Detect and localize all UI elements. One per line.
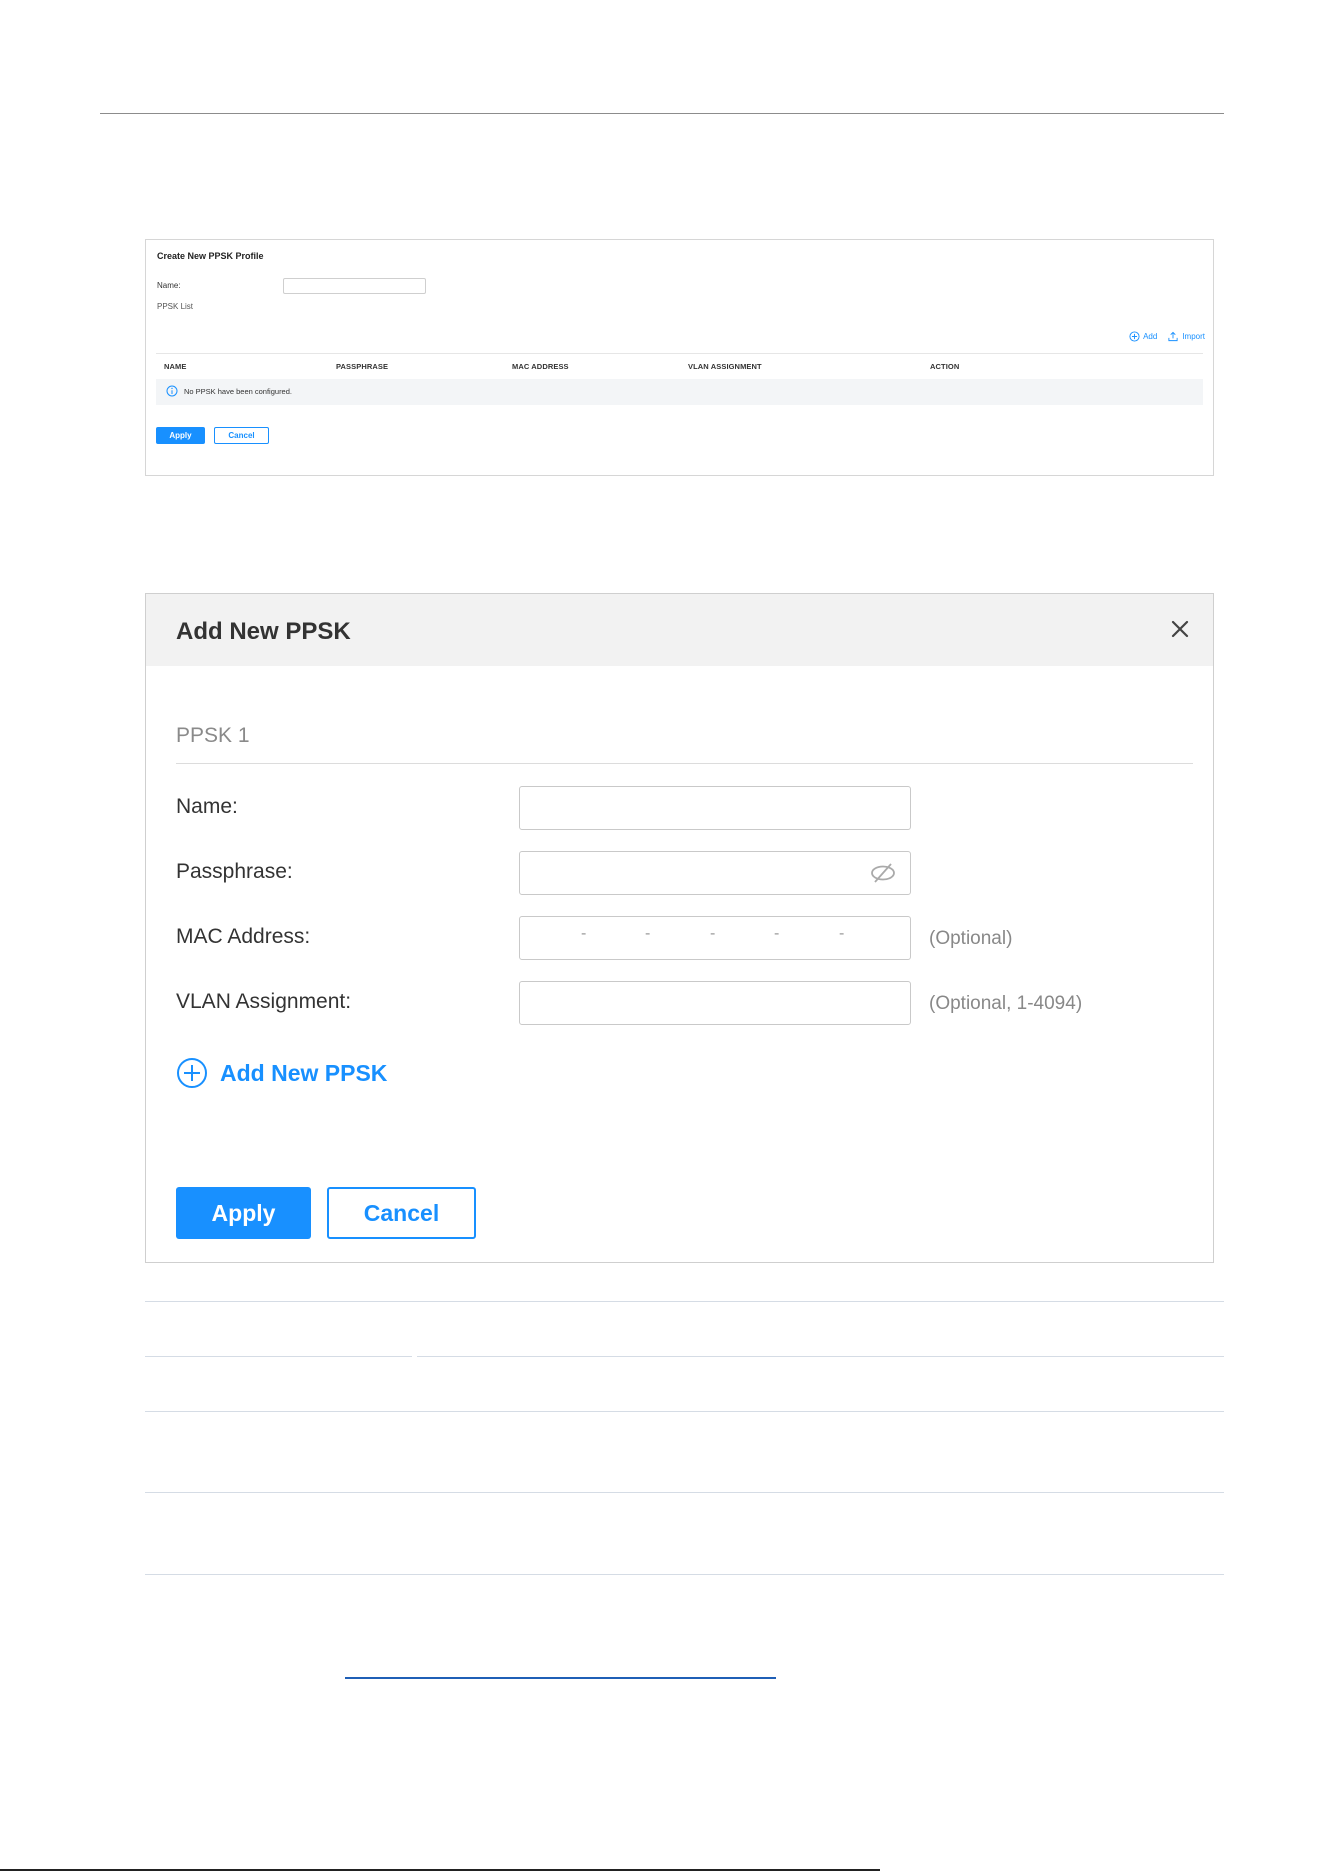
section-divider: [176, 763, 1193, 764]
ppsk-table-header: NAME PASSPHRASE MAC ADDRESS VLAN ASSIGNM…: [156, 353, 1203, 379]
mac-address-label: MAC Address:: [176, 925, 311, 948]
column-header-passphrase: PASSPHRASE: [336, 362, 389, 371]
column-header-name: NAME: [164, 362, 187, 371]
dialog-header: Add New PPSK: [146, 594, 1213, 666]
column-header-mac-address: MAC ADDRESS: [512, 362, 569, 371]
table-rule: [417, 1356, 1224, 1357]
apply-button[interactable]: Apply: [176, 1187, 311, 1239]
mac-optional-hint: (Optional): [929, 928, 1013, 949]
passphrase-input[interactable]: [519, 851, 911, 895]
eye-hidden-icon[interactable]: [868, 862, 898, 884]
table-rule: [145, 1411, 1224, 1412]
mac-address-input[interactable]: - - - - -: [519, 916, 911, 960]
passphrase-label: Passphrase:: [176, 860, 293, 883]
add-tool-label: Add: [1143, 332, 1158, 341]
page-top-rule: [100, 113, 1224, 114]
table-rule: [145, 1574, 1224, 1575]
table-rule: [145, 1356, 412, 1357]
mac-separator: -: [774, 925, 780, 942]
vlan-assignment-input[interactable]: [519, 981, 911, 1025]
add-ppsk-tool[interactable]: Add: [1129, 331, 1157, 342]
mac-separator: -: [581, 925, 587, 942]
name-label: Name:: [176, 795, 238, 818]
profile-name-input[interactable]: [283, 278, 426, 294]
empty-table-message: No PPSK have been configured.: [184, 387, 292, 396]
ppsk-list-label: PPSK List: [157, 302, 194, 311]
ppsk-section-title: PPSK 1: [176, 724, 250, 747]
table-rule: [145, 1492, 1224, 1493]
column-header-vlan-assignment: VLAN ASSIGNMENT: [688, 362, 762, 371]
profile-title: Create New PPSK Profile: [157, 251, 264, 261]
footer-rule: [0, 1869, 880, 1871]
import-tool-label: Import: [1182, 332, 1205, 341]
column-header-action: ACTION: [930, 362, 960, 371]
mac-separator: -: [710, 925, 716, 942]
mac-separator: -: [839, 925, 845, 942]
add-new-ppsk-label: Add New PPSK: [220, 1059, 388, 1086]
dialog-title: Add New PPSK: [176, 618, 351, 645]
name-input[interactable]: [519, 786, 911, 830]
upload-icon: [1168, 331, 1178, 342]
add-ppsk-dialog: Add New PPSK PPSK 1 Name: Passphrase: MA…: [145, 593, 1214, 1263]
cancel-button[interactable]: Cancel: [327, 1187, 476, 1239]
plus-circle-icon: [1129, 331, 1140, 342]
vlan-assignment-label: VLAN Assignment:: [176, 990, 352, 1013]
info-icon: [166, 385, 178, 397]
profile-apply-button[interactable]: Apply: [156, 427, 205, 444]
mac-separator: -: [645, 925, 651, 942]
profile-cancel-button[interactable]: Cancel: [214, 427, 269, 444]
import-ppsk-tool[interactable]: Import: [1167, 331, 1205, 342]
empty-table-row: No PPSK have been configured.: [156, 379, 1203, 405]
ppsk-profile-panel: Create New PPSK Profile Name: PPSK List …: [145, 239, 1214, 476]
profile-name-label: Name:: [157, 281, 181, 290]
table-rule: [145, 1301, 1224, 1302]
hyperlink-underline[interactable]: [345, 1677, 776, 1679]
close-icon[interactable]: [1167, 616, 1193, 642]
add-new-ppsk-link[interactable]: Add New PPSK: [176, 1057, 387, 1089]
ppsk-list-toolbar: Add Import: [1129, 331, 1205, 342]
vlan-range-hint: (Optional, 1-4094): [929, 993, 1083, 1014]
plus-circle-icon: [177, 1058, 207, 1088]
